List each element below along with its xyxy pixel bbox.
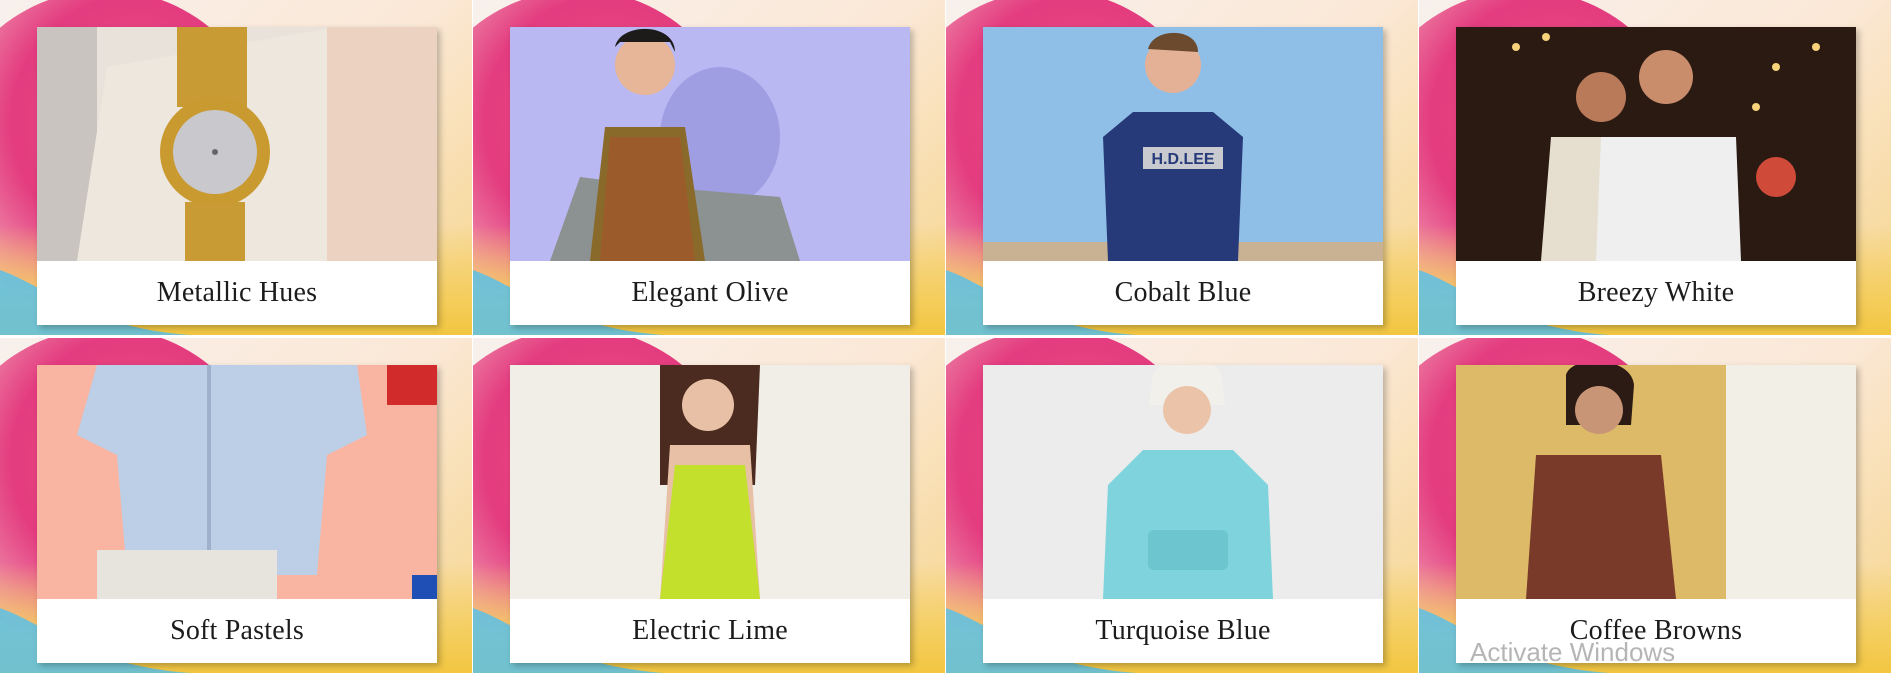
tile-electric-lime[interactable]: Electric Lime (473, 338, 945, 673)
tile-breezy-white[interactable]: Breezy White (1419, 0, 1891, 335)
product-image (510, 27, 910, 261)
tile-label: Cobalt Blue (1114, 277, 1252, 308)
tile-cobalt-blue[interactable]: H.D.LEE Cobalt Blue (946, 0, 1418, 335)
product-image (1456, 365, 1856, 599)
activate-windows-watermark: Activate Windows (1470, 637, 1676, 667)
color-collection-grid: Metallic Hues Elegant Olive H.D.LEE Coba… (0, 0, 1891, 673)
product-image (983, 365, 1383, 599)
tile-soft-pastels[interactable]: Soft Pastels (0, 338, 472, 673)
tile-elegant-olive[interactable]: Elegant Olive (473, 0, 945, 335)
product-image (510, 365, 910, 599)
svg-text:H.D.LEE: H.D.LEE (1151, 151, 1214, 168)
product-image (37, 365, 437, 599)
tile-turquoise-blue[interactable]: Turquoise Blue (946, 338, 1418, 673)
product-image (1456, 27, 1856, 261)
tile-coffee-browns[interactable]: Coffee Browns (1419, 338, 1891, 673)
tile-label: Breezy White (1577, 277, 1735, 308)
product-image: H.D.LEE (983, 27, 1383, 261)
tile-label: Elegant Olive (631, 277, 789, 308)
tile-label: Metallic Hues (156, 277, 318, 308)
tile-label: Electric Lime (632, 615, 788, 646)
tile-label: Turquoise Blue (1095, 615, 1271, 646)
tile-label: Soft Pastels (170, 615, 304, 646)
tile-metallic-hues[interactable]: Metallic Hues (0, 0, 472, 335)
product-image (37, 27, 437, 261)
